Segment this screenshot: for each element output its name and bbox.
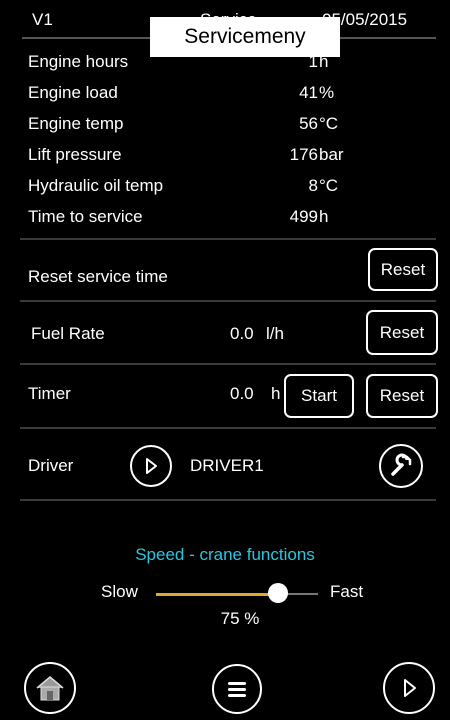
driver-select-button[interactable] xyxy=(130,445,172,487)
divider xyxy=(20,499,436,501)
divider xyxy=(20,238,436,240)
fast-label: Fast xyxy=(330,582,364,601)
home-icon xyxy=(36,676,64,701)
divider xyxy=(20,363,436,365)
reading-label: Time to service xyxy=(28,207,143,226)
reading-value: 41 xyxy=(299,83,318,102)
reading-label: Hydraulic oil temp xyxy=(28,176,164,195)
reading-value: 56 xyxy=(299,114,318,133)
speed-slider-fill xyxy=(156,593,278,596)
menu-button[interactable] xyxy=(212,664,262,714)
driver-name: DRIVER1 xyxy=(190,456,264,475)
driver-settings-button[interactable] xyxy=(379,444,423,488)
timer-value: 0.0 xyxy=(230,384,254,403)
fuel-rate-value: 0.0 xyxy=(230,324,254,343)
reset-service-label: Reset service time xyxy=(28,267,168,286)
reading-value: 176 xyxy=(289,145,318,164)
speed-slider-thumb[interactable] xyxy=(267,583,288,603)
home-button[interactable] xyxy=(24,662,76,714)
reading-unit: °C xyxy=(319,176,339,195)
reading-label: Lift pressure xyxy=(28,145,122,164)
reset-service-button[interactable]: Reset xyxy=(368,248,438,291)
play-icon xyxy=(404,679,416,697)
timer-label: Timer xyxy=(28,384,71,403)
timer-reset-button[interactable]: Reset xyxy=(366,374,438,418)
play-icon xyxy=(146,458,157,474)
fuel-rate-label: Fuel Rate xyxy=(31,324,105,343)
reset-fuel-button[interactable]: Reset xyxy=(366,310,438,355)
wrench-icon xyxy=(391,453,412,476)
title-tooltip: Servicemeny xyxy=(150,17,340,57)
reading-value: 499 xyxy=(289,207,318,226)
reading-label: Engine temp xyxy=(28,114,124,133)
reading-label: Engine load xyxy=(28,83,118,102)
reading-unit: °C xyxy=(319,114,339,133)
reading-label: Engine hours xyxy=(28,52,129,71)
fuel-rate-unit: l/h xyxy=(266,324,284,343)
reading-unit: % xyxy=(319,83,335,102)
timer-start-button[interactable]: Start xyxy=(284,374,354,418)
divider xyxy=(20,427,436,429)
speed-title: Speed - crane functions xyxy=(135,545,315,564)
next-button[interactable] xyxy=(383,662,435,714)
reading-unit: h xyxy=(319,207,329,226)
driver-label: Driver xyxy=(28,456,74,475)
version-label: V1 xyxy=(32,10,53,29)
divider xyxy=(20,300,436,302)
speed-value: 75 % xyxy=(220,609,260,628)
reading-unit: bar xyxy=(319,145,344,164)
menu-icon xyxy=(228,682,246,697)
slow-label: Slow xyxy=(101,582,138,601)
reading-value: 8 xyxy=(308,176,318,195)
timer-unit: h xyxy=(271,384,281,403)
